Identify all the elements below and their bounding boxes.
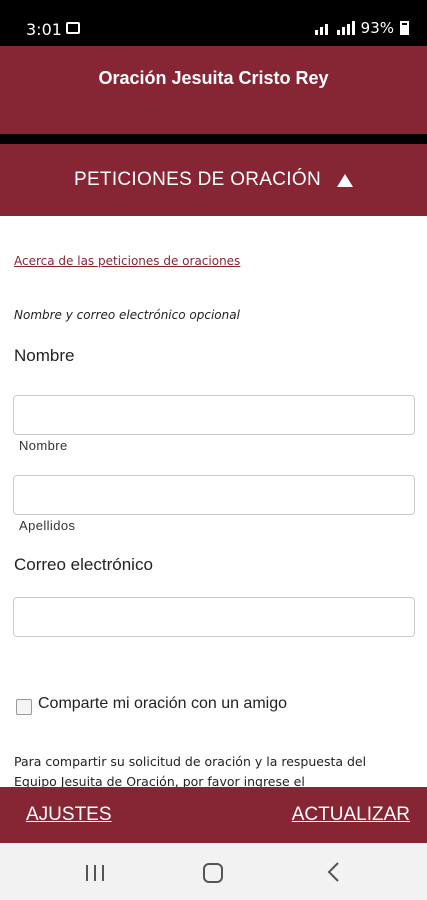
share-instructions: Para compartir su solicitud de oración y… [14,754,367,787]
first-name-input[interactable] [13,395,415,435]
image-icon [66,22,80,34]
status-bar: 3:01 93% [0,0,427,46]
status-indicators: 93% [314,19,409,37]
settings-button[interactable]: AJUSTES [26,804,112,826]
section-title: PETICIONES DE ORACIÓN [73,169,321,190]
about-requests-link[interactable]: Acerca de las peticiones de oraciones [14,254,240,268]
email-input[interactable] [13,597,415,637]
share-checkbox-label[interactable]: Comparte mi oración con un amigo [38,695,287,713]
status-time: 3:01 [26,20,62,39]
first-name-label: Nombre [19,438,68,453]
app-title: Oración Jesuita Cristo Rey [98,68,329,88]
bottom-action-bar: AJUSTES ACTUALIZAR [0,787,427,843]
collapse-triangle-icon [337,173,353,187]
update-button[interactable]: ACTUALIZAR [292,804,410,826]
home-icon[interactable] [203,863,223,883]
name-heading: Nombre [14,346,75,365]
optional-note: Nombre y correo electrónico opcional [14,308,240,322]
battery-percent: 93% [360,19,394,37]
share-checkbox[interactable] [16,699,32,715]
signal-icon [314,21,355,35]
last-name-label: Apellidos [19,518,76,533]
prayer-request-form: Acerca de las peticiones de oraciones No… [0,216,427,787]
system-nav-bar [0,843,427,900]
app-header: Oración Jesuita Cristo Rey [0,46,427,134]
header-divider [0,134,427,144]
last-name-input[interactable] [13,475,415,515]
battery-icon [400,21,409,35]
recents-icon[interactable] [86,865,104,881]
email-heading: Correo electrónico [14,555,153,574]
back-icon[interactable] [326,861,340,883]
section-toggle[interactable]: PETICIONES DE ORACIÓN [0,144,427,216]
